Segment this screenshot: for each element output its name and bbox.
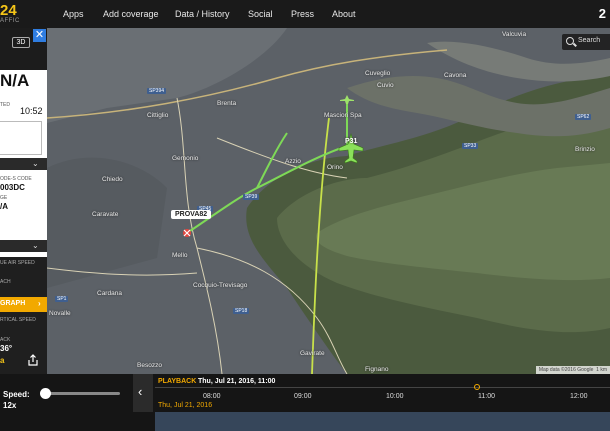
- aircraft-photo-placeholder[interactable]: [0, 121, 42, 155]
- road-badge: SP18: [233, 308, 250, 314]
- town-caravate: Caravate: [92, 211, 119, 218]
- callsign-label[interactable]: PROVA82: [171, 210, 212, 219]
- map-water-strip: [155, 412, 610, 431]
- 3d-view-button[interactable]: 3D: [12, 37, 30, 48]
- road-badge: SP62: [575, 114, 592, 120]
- town-gemonio: Gemonio: [172, 155, 199, 162]
- chevron-right-icon: ›: [38, 299, 41, 308]
- time-value: 10:52: [20, 106, 43, 116]
- back-label: ACK: [0, 337, 11, 343]
- attribution-text: Map data ©2016 Google: [538, 367, 594, 373]
- panel-header: 3D ✕: [0, 28, 47, 70]
- map-scale: 1 km: [596, 367, 607, 373]
- mode-s-label: ODE-S CODE: [0, 176, 32, 182]
- playback-datetime: Thu, Jul 21, 2016, 11:00: [198, 378, 276, 385]
- logo-text: 24: [0, 2, 17, 19]
- timeline-tick: 10:00: [386, 393, 404, 400]
- road-badge: SP1: [55, 296, 69, 302]
- chevron-down-icon: ⌄: [32, 241, 39, 250]
- town-brinzio: Brinzio: [575, 146, 595, 153]
- town-valcuvia: Valcuvia: [502, 31, 527, 38]
- town-cardana: Cardana: [97, 290, 122, 297]
- timeline-current-marker[interactable]: [474, 384, 480, 390]
- nav-apps[interactable]: Apps: [63, 9, 84, 19]
- graph-button[interactable]: GRAPH ›: [0, 297, 47, 312]
- playback-label: PLAYBACK: [158, 378, 197, 385]
- town-brenta: Brenta: [217, 100, 237, 107]
- timeline-tick: 08:00: [203, 393, 221, 400]
- panel-dark-section: UE AIR SPEED ACH RTICAL SPEED ACK 36° a: [0, 257, 47, 374]
- corner-label[interactable]: 2: [599, 6, 606, 21]
- town-novalle: Novalle: [49, 310, 71, 317]
- airspeed-label: UE AIR SPEED: [0, 260, 35, 266]
- section-toggle-1[interactable]: ⌄: [0, 158, 47, 170]
- registration-value: N/A: [0, 71, 30, 90]
- origin-marker-icon[interactable]: [183, 229, 191, 237]
- mode-s-value: 003DC: [0, 183, 25, 192]
- nav-data-history[interactable]: Data / History: [175, 9, 230, 19]
- playback-bar: Speed: 12x ‹ PLAYBACK Thu, Jul 21, 2016,…: [0, 374, 610, 431]
- nav-social[interactable]: Social: [248, 9, 273, 19]
- playback-back-button[interactable]: ‹: [133, 374, 153, 412]
- back-value: 36°: [0, 344, 13, 353]
- road-badge: SP39: [243, 194, 260, 200]
- timeline-tick: 09:00: [294, 393, 312, 400]
- town-orino: Orino: [327, 164, 343, 171]
- map-view[interactable]: Cuvio Cuveglio Valcuvia Cavona Masciori …: [47, 28, 610, 374]
- town-cuveglio: Cuveglio: [365, 70, 391, 77]
- timeline-tick: 11:00: [478, 393, 495, 400]
- search-icon: [566, 37, 574, 45]
- timeline-line[interactable]: [155, 387, 610, 388]
- share-icon[interactable]: [27, 354, 39, 366]
- town-besozzo: Besozzo: [137, 362, 162, 369]
- reach-label: ACH: [0, 279, 11, 285]
- flight-label: P31: [345, 138, 358, 145]
- search-label: Search: [578, 37, 601, 44]
- town-azzio: Azzio: [285, 158, 301, 165]
- town-cuvio: Cuvio: [377, 82, 394, 89]
- timeline-tick: 12:00: [570, 393, 588, 400]
- nav-press[interactable]: Press: [291, 9, 314, 19]
- logo-subtext: AFFIC: [0, 18, 20, 24]
- playback-date-small: Thu, Jul 21, 2016: [158, 402, 213, 409]
- town-cavona: Cavona: [444, 72, 467, 79]
- road-badge: SP33: [462, 143, 479, 149]
- graph-label: GRAPH: [0, 300, 26, 307]
- town-cocquio-trevisago: Cocquio-Trevisago: [193, 282, 248, 289]
- town-chiedo: Chiedo: [102, 176, 123, 183]
- close-panel-button[interactable]: ✕: [33, 29, 46, 42]
- town-masciori-spa: Masciori Spa: [324, 112, 362, 119]
- time-label: TED: [0, 102, 10, 108]
- vertical-speed-label: RTICAL SPEED: [0, 317, 36, 323]
- speed-slider-knob[interactable]: [40, 388, 51, 399]
- section-toggle-2[interactable]: ⌄: [0, 240, 47, 252]
- top-nav-bar: 24 AFFIC Apps Add coverage Data / Histor…: [0, 0, 610, 28]
- speed-slider-track[interactable]: [45, 392, 120, 395]
- map-terrain: [47, 28, 610, 374]
- map-search[interactable]: Search: [562, 34, 610, 50]
- speed-label: Speed:: [3, 390, 30, 399]
- flight-info-panel: 3D ✕ N/A TED 10:52 ⌄ ODE-S CODE 003DC GE…: [0, 28, 47, 374]
- chevron-left-icon: ‹: [138, 384, 143, 399]
- town-cittiglio: Cittiglio: [147, 112, 169, 119]
- town-gavirate: Gavirate: [300, 350, 325, 357]
- section2-value: /A: [0, 202, 8, 211]
- town-fignano: Fignano: [365, 366, 389, 373]
- speed-value: 12x: [3, 401, 17, 410]
- nav-add-coverage[interactable]: Add coverage: [103, 9, 159, 19]
- road-badge: SP394: [147, 88, 167, 94]
- graph-yellow-value: a: [0, 356, 5, 365]
- map-attribution: Map data ©2016 Google 1 km: [535, 366, 610, 374]
- nav-about[interactable]: About: [332, 9, 356, 19]
- town-mello: Mello: [172, 252, 188, 259]
- chevron-down-icon: ⌄: [32, 159, 39, 168]
- section2-label: GE: [0, 195, 8, 201]
